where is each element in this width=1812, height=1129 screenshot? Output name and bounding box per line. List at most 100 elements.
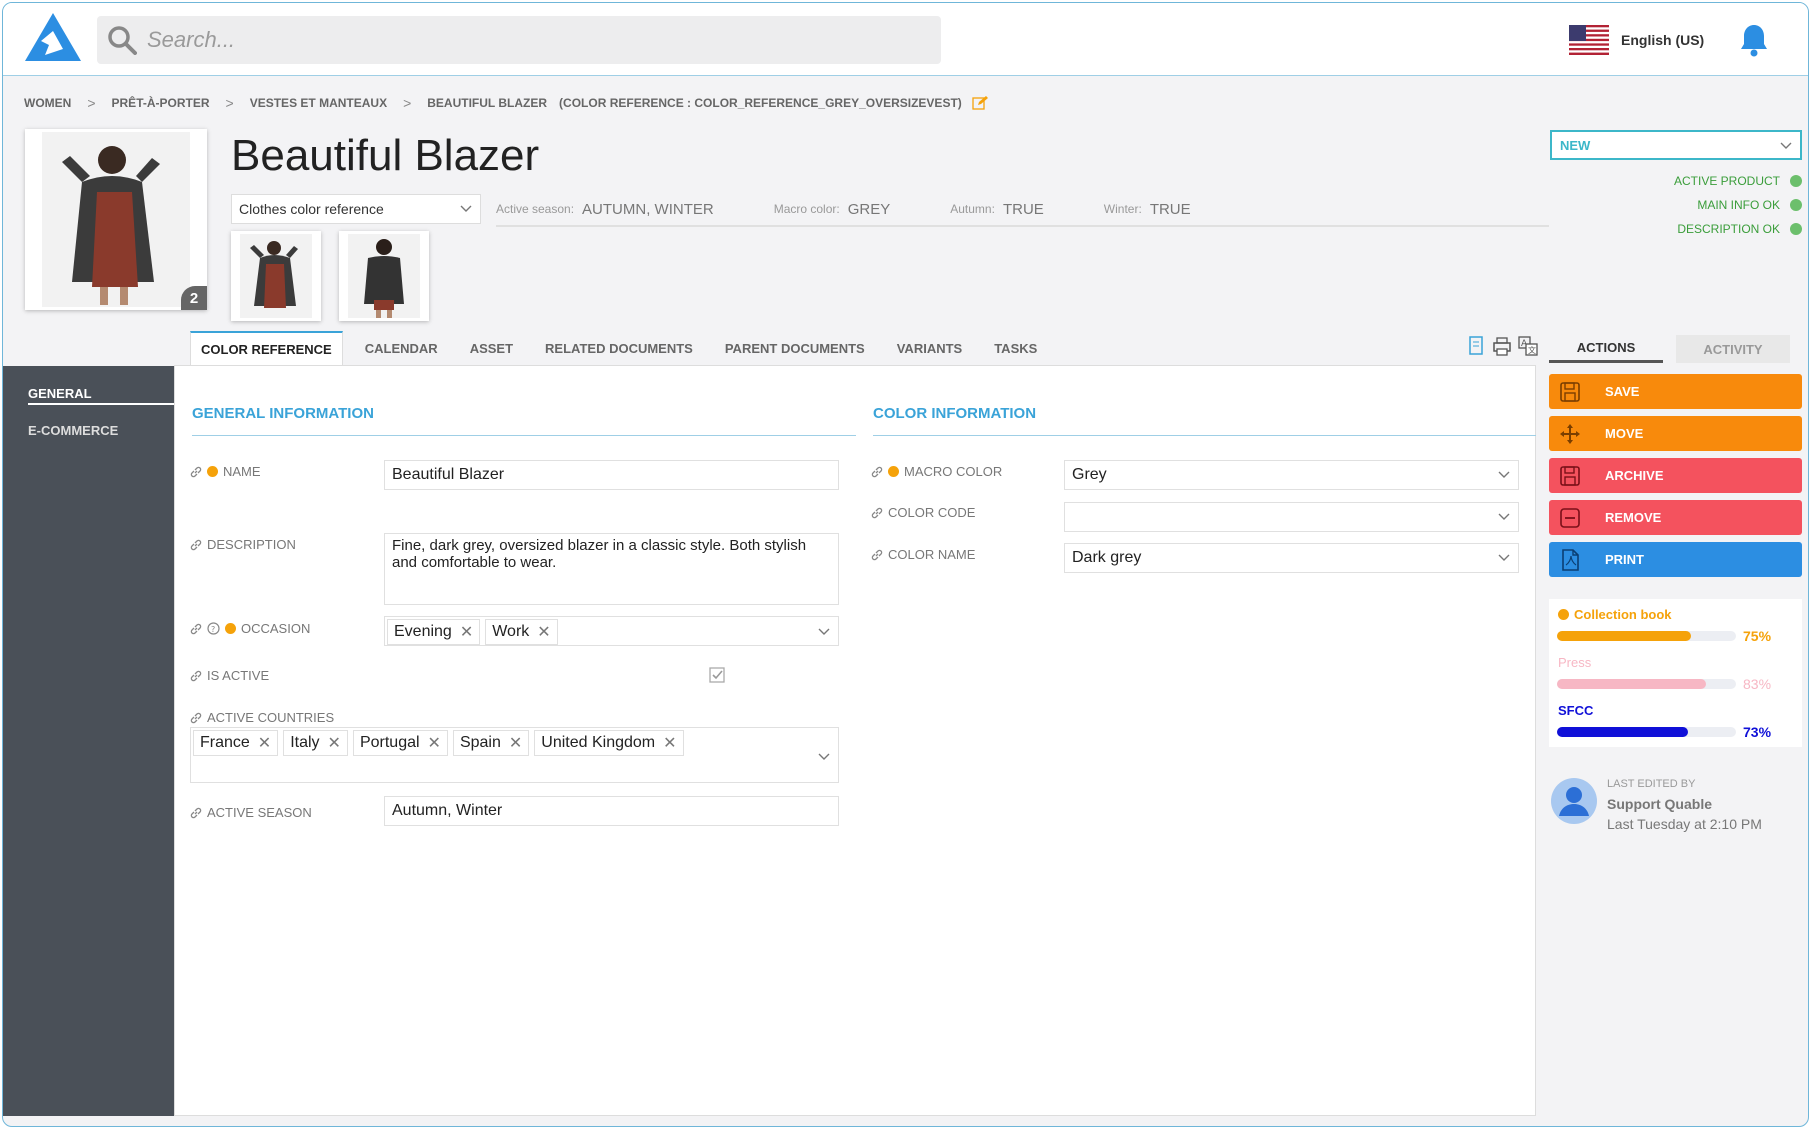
remove-tag-icon[interactable]: ✕: [328, 733, 341, 753]
progress-track: [1557, 631, 1736, 641]
occasion-multiselect[interactable]: Evening ✕ Work ✕: [384, 616, 839, 646]
help-icon[interactable]: ?: [207, 622, 220, 635]
product-photo: [42, 132, 190, 307]
tab-variants[interactable]: VARIANTS: [887, 331, 972, 366]
remove-button[interactable]: REMOVE: [1549, 500, 1802, 535]
remove-tag-icon[interactable]: ✕: [509, 733, 522, 753]
meta-value: TRUE: [1149, 200, 1191, 218]
breadcrumb-reference: (COLOR REFERENCE : COLOR_REFERENCE_GREY_…: [559, 96, 962, 110]
occasion-label: ? OCCASION: [190, 621, 310, 636]
tab-actions[interactable]: ACTIONS: [1549, 335, 1663, 363]
status-dot-icon: [1790, 199, 1802, 211]
image-count-badge: 2: [181, 286, 207, 310]
tab-tools: A文: [1465, 335, 1543, 357]
occasion-tag: Work ✕: [485, 619, 558, 645]
progress-label: Collection book: [1558, 607, 1672, 622]
is-active-checkbox[interactable]: [709, 667, 725, 683]
progress-percent: 73%: [1743, 724, 1772, 740]
macro-color-select[interactable]: Grey: [1064, 460, 1519, 490]
user-avatar-icon: [1551, 778, 1597, 824]
breadcrumb-item[interactable]: WOMEN: [24, 96, 71, 110]
tab-activity[interactable]: ACTIVITY: [1676, 335, 1790, 363]
print-button[interactable]: PRINT: [1549, 542, 1802, 577]
app-logo-icon[interactable]: [23, 11, 83, 63]
completeness-panel: Collection book 75% Press 83% SFCC 73%: [1549, 599, 1802, 747]
meta-key: Winter:: [1103, 202, 1142, 216]
link-icon: [190, 539, 202, 550]
status-check: ACTIVE PRODUCT: [1603, 169, 1802, 193]
nav-item-general[interactable]: GENERAL: [28, 386, 174, 405]
svg-text:?: ?: [211, 625, 215, 634]
progress-label: SFCC: [1558, 703, 1594, 718]
meta-value: AUTUMN, WINTER: [582, 200, 714, 218]
progress-fill: [1557, 679, 1706, 689]
breadcrumb-separator: >: [403, 95, 412, 111]
move-button[interactable]: MOVE: [1549, 416, 1802, 451]
color-info-title: COLOR INFORMATION: [873, 405, 1037, 422]
breadcrumb-item-current: BEAUTIFUL BLAZER: [427, 96, 548, 110]
svg-text:文: 文: [1528, 345, 1536, 355]
tab-parent-documents[interactable]: PARENT DOCUMENTS: [715, 331, 875, 366]
notification-bell-icon[interactable]: [1739, 23, 1769, 57]
link-icon: [871, 507, 883, 518]
reference-type-select[interactable]: Clothes color reference: [231, 194, 481, 224]
nav-item-ecommerce[interactable]: E-COMMERCE: [28, 423, 118, 438]
color-name-select[interactable]: Dark grey: [1064, 543, 1519, 573]
status-check: DESCRIPTION OK: [1603, 217, 1802, 241]
general-info-title: GENERAL INFORMATION: [192, 405, 374, 422]
breadcrumb-item[interactable]: PRÊT-À-PORTER: [112, 96, 210, 110]
is-active-label: IS ACTIVE: [190, 668, 269, 683]
tab-calendar[interactable]: CALENDAR: [355, 331, 448, 366]
status-select[interactable]: NEW: [1550, 130, 1802, 160]
active-season-label: ACTIVE SEASON: [190, 805, 312, 820]
remove-tag-icon[interactable]: ✕: [537, 622, 550, 642]
tab-tasks[interactable]: TASKS: [984, 331, 1047, 366]
color-name-label: COLOR NAME: [871, 547, 975, 562]
breadcrumb-separator: >: [87, 95, 96, 111]
link-icon: [190, 807, 202, 818]
color-code-select[interactable]: [1064, 502, 1519, 532]
product-thumbnail[interactable]: [231, 231, 321, 321]
remove-tag-icon[interactable]: ✕: [663, 733, 676, 753]
product-thumbnail[interactable]: [339, 231, 429, 321]
progress-fill: [1557, 631, 1692, 641]
edit-icon[interactable]: [972, 96, 988, 110]
tab-asset[interactable]: ASSET: [460, 331, 523, 366]
progress-percent: 83%: [1743, 676, 1772, 692]
document-icon[interactable]: [1465, 335, 1487, 357]
status-value: NEW: [1560, 137, 1591, 153]
remove-tag-icon[interactable]: ✕: [460, 622, 473, 642]
active-countries-label: ACTIVE COUNTRIES: [190, 710, 334, 725]
top-bar: English (US): [3, 3, 1808, 76]
section-divider: [192, 435, 856, 436]
name-input[interactable]: Beautiful Blazer: [384, 460, 839, 490]
product-meta-bar: Active season: AUTUMN, WINTER Macro colo…: [496, 193, 1549, 227]
archive-disk-icon: [1560, 465, 1580, 486]
country-tag: Portugal ✕: [352, 730, 448, 756]
main-product-image[interactable]: 2: [25, 129, 207, 310]
save-button[interactable]: SAVE: [1549, 374, 1802, 409]
description-textarea[interactable]: Fine, dark grey, oversized blazer in a c…: [384, 533, 839, 605]
link-icon: [871, 549, 883, 560]
print-preview-icon[interactable]: [1491, 335, 1513, 357]
status-check: MAIN INFO OK: [1603, 193, 1802, 217]
last-edited-user: Support Quable: [1607, 796, 1712, 812]
active-countries-multiselect[interactable]: France ✕ Italy ✕ Portugal ✕ Spain ✕ United K…: [190, 727, 839, 783]
search-bar[interactable]: [97, 16, 941, 64]
translate-icon[interactable]: A文: [1517, 335, 1539, 357]
progress-label: Press: [1558, 655, 1592, 670]
chevron-down-icon: [818, 753, 830, 760]
active-season-input[interactable]: Autumn, Winter: [384, 796, 839, 826]
breadcrumb-item[interactable]: VESTES ET MANTEAUX: [250, 96, 387, 110]
tab-related-documents[interactable]: RELATED DOCUMENTS: [535, 331, 703, 366]
language-selector[interactable]: English (US): [1569, 25, 1704, 55]
remove-tag-icon[interactable]: ✕: [428, 733, 441, 753]
archive-button[interactable]: ARCHIVE: [1549, 458, 1802, 493]
required-dot-icon: [225, 623, 236, 634]
search-input[interactable]: [147, 27, 907, 53]
remove-tag-icon[interactable]: ✕: [258, 733, 271, 753]
tab-color-reference[interactable]: COLOR REFERENCE: [190, 331, 343, 366]
country-tag: Spain ✕: [452, 730, 530, 756]
chevron-down-icon: [1498, 513, 1510, 520]
link-icon: [190, 623, 202, 634]
